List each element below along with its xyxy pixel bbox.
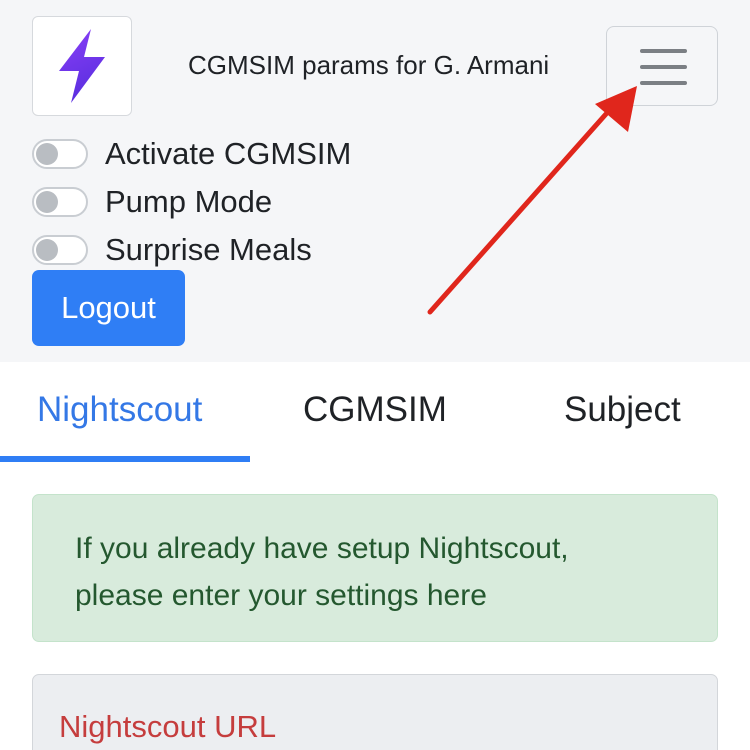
navbar: CGMSIM params for G. Armani Activate CGM…	[0, 0, 750, 362]
info-alert: If you already have setup Nightscout, pl…	[32, 494, 718, 642]
activate-cgmsim-label: Activate CGMSIM	[105, 136, 352, 171]
tab-subject[interactable]: Subject	[564, 390, 681, 430]
surprise-meals-switch-row: Surprise Meals	[32, 232, 312, 268]
nightscout-url-label: Nightscout URL	[59, 709, 277, 744]
activate-cgmsim-switch-row: Activate CGMSIM	[32, 136, 351, 172]
pump-mode-toggle[interactable]	[32, 187, 88, 217]
pump-mode-switch-row: Pump Mode	[32, 184, 272, 220]
page-title: CGMSIM params for G. Armani	[188, 50, 550, 80]
activate-cgmsim-toggle[interactable]	[32, 139, 88, 169]
active-tab-indicator	[0, 456, 250, 462]
nightscout-url-card: Nightscout URL	[32, 674, 718, 750]
logout-button[interactable]: Logout	[32, 270, 185, 346]
app-logo[interactable]	[32, 16, 132, 116]
surprise-meals-label: Surprise Meals	[105, 232, 312, 267]
alert-text-line-2: please enter your settings here	[75, 579, 487, 612]
menu-toggle-button[interactable]	[606, 26, 718, 106]
pump-mode-label: Pump Mode	[105, 184, 273, 219]
tab-cgmsim[interactable]: CGMSIM	[303, 390, 447, 430]
tab-nightscout[interactable]: Nightscout	[37, 390, 202, 430]
lightning-bolt-icon	[59, 29, 105, 103]
alert-text-line-1: If you already have setup Nightscout,	[75, 532, 569, 565]
surprise-meals-toggle[interactable]	[32, 235, 88, 265]
